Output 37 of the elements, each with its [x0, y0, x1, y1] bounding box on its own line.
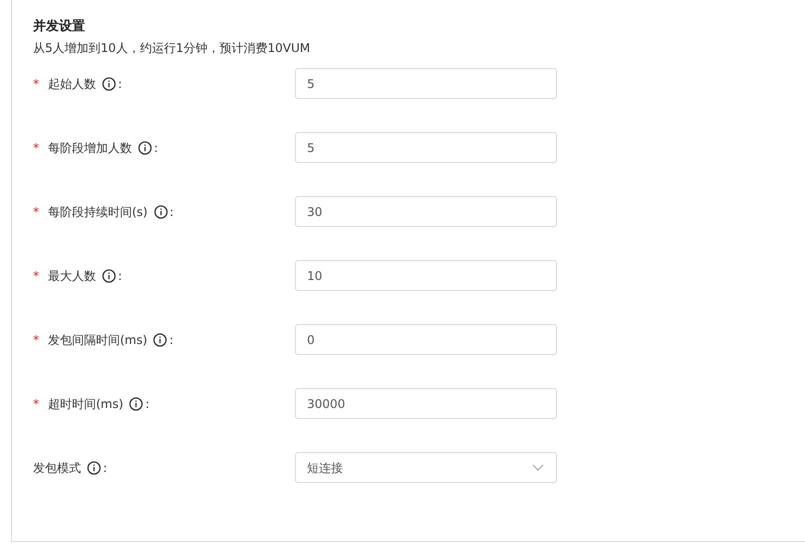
field-label: 发包模式	[33, 460, 81, 476]
required-mark: *	[33, 140, 40, 156]
label-colon: :	[154, 140, 158, 156]
info-icon[interactable]	[138, 140, 152, 154]
field-label: 超时时间(ms)	[48, 396, 124, 412]
info-icon[interactable]	[154, 204, 168, 218]
field-label: 每阶段持续时间(s)	[48, 204, 148, 220]
field-label: 发包间隔时间(ms)	[48, 332, 148, 348]
dropdown-field[interactable]: 短连接	[295, 452, 557, 483]
input-field[interactable]: 30	[295, 196, 557, 227]
required-mark: *	[33, 332, 40, 348]
field-label: 起始人数	[48, 76, 96, 92]
field-label: 最大人数	[48, 268, 96, 284]
label-colon: :	[170, 204, 174, 220]
info-icon[interactable]	[102, 76, 116, 90]
required-mark: *	[33, 76, 40, 92]
label-colon: :	[169, 332, 174, 348]
label-colon: :	[118, 76, 122, 92]
label-colon: :	[103, 460, 108, 476]
input-field[interactable]: 10	[295, 260, 557, 291]
info-icon[interactable]	[153, 332, 168, 346]
chevron-down-icon	[532, 464, 544, 471]
input-field[interactable]: 30000	[295, 388, 557, 419]
info-icon[interactable]	[102, 268, 116, 282]
required-mark: *	[33, 268, 40, 284]
label-colon: :	[145, 396, 150, 412]
info-icon[interactable]	[87, 460, 101, 474]
section-title: 并发设置	[33, 18, 86, 36]
input-field[interactable]: 5	[295, 68, 557, 99]
input-field[interactable]: 0	[295, 324, 557, 355]
required-mark: *	[33, 204, 40, 220]
input-field[interactable]: 5	[295, 132, 557, 163]
label-colon: :	[118, 268, 122, 284]
required-mark: *	[33, 396, 40, 412]
section-summary: 从5人增加到10人，约运行1分钟，预计消费10VUM	[33, 40, 312, 57]
field-label: 每阶段增加人数	[48, 140, 132, 156]
info-icon[interactable]	[129, 396, 144, 410]
